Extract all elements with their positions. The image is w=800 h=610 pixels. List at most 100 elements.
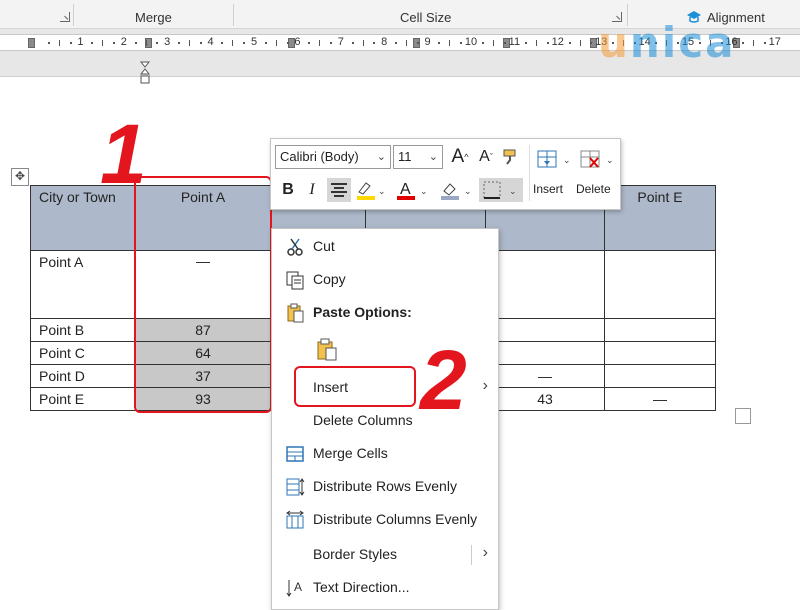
table-cell[interactable] bbox=[604, 364, 716, 388]
ruler-tick bbox=[178, 42, 181, 44]
ruler-tick bbox=[286, 42, 289, 44]
ruler-tick bbox=[579, 40, 581, 46]
ruler-tick bbox=[763, 42, 766, 44]
highlight-icon[interactable]: ⌄ bbox=[355, 180, 385, 202]
menu-item-distribute-columns[interactable]: Distribute Columns Evenly bbox=[272, 503, 498, 536]
ruler-number: 6 bbox=[294, 36, 301, 48]
dialog-launcher-icon[interactable] bbox=[60, 12, 70, 22]
menu-item-label: Distribute Rows Evenly bbox=[313, 478, 457, 494]
table-move-handle-icon[interactable]: ✥ bbox=[11, 168, 29, 186]
table-cell[interactable] bbox=[485, 341, 605, 365]
ruler-tick bbox=[308, 42, 311, 44]
ruler-number: 1 bbox=[77, 36, 84, 48]
delete-toolbar-label[interactable]: Delete bbox=[576, 182, 611, 196]
horizontal-ruler[interactable]: 1 2 3 4 5 6 7 8 9 10 11 12 13 14 15 16 17 bbox=[0, 34, 800, 51]
city-cell[interactable]: Point C bbox=[30, 341, 136, 365]
svg-text:⌄: ⌄ bbox=[464, 186, 472, 196]
dialog-launcher-icon[interactable] bbox=[612, 12, 622, 22]
borders-button[interactable]: ⌄ bbox=[479, 178, 523, 202]
ruler-tick bbox=[47, 42, 50, 44]
shading-icon[interactable]: ⌄ bbox=[439, 180, 473, 202]
city-cell[interactable]: Point A bbox=[30, 250, 136, 319]
font-name-value: Calibri (Body) bbox=[280, 149, 359, 164]
ribbon-separator bbox=[627, 4, 628, 26]
insert-toolbar-label[interactable]: Insert bbox=[533, 182, 563, 196]
ruler-tick bbox=[395, 42, 398, 44]
font-color-icon[interactable]: A ⌄ bbox=[395, 180, 429, 202]
ruler-tick bbox=[145, 40, 147, 46]
svg-text:A: A bbox=[400, 181, 411, 198]
insert-table-icon[interactable]: ⌄ bbox=[536, 148, 572, 172]
city-cell[interactable]: Point B bbox=[30, 318, 136, 342]
table-cell[interactable] bbox=[604, 250, 716, 319]
menu-item-label: Cut bbox=[313, 238, 335, 254]
ruler-tick bbox=[373, 42, 376, 44]
svg-text:⌄: ⌄ bbox=[509, 186, 517, 196]
ruler-tick bbox=[666, 40, 668, 46]
ruler-number: 5 bbox=[250, 36, 258, 48]
ruler-tick bbox=[449, 40, 451, 46]
ruler-tick bbox=[677, 42, 680, 44]
city-cell[interactable]: Point E bbox=[30, 387, 136, 411]
italic-button[interactable]: I bbox=[301, 178, 323, 202]
ruler-number: 17 bbox=[768, 36, 781, 48]
ruler-tick bbox=[102, 40, 104, 46]
scissors-icon bbox=[287, 238, 303, 256]
menu-item-label: Border Styles bbox=[313, 546, 398, 562]
table-cell[interactable] bbox=[485, 250, 605, 319]
menu-item-text-direction[interactable]: A Text Direction... bbox=[272, 571, 498, 604]
center-align-button[interactable] bbox=[327, 178, 351, 202]
ruler-tick bbox=[622, 40, 624, 46]
header-cell-point-e[interactable]: Point E bbox=[604, 185, 716, 251]
column-marker[interactable] bbox=[28, 38, 35, 48]
chevron-down-icon: ⌄ bbox=[428, 151, 438, 163]
ruler-tick bbox=[221, 42, 224, 44]
chevron-right-icon: › bbox=[482, 544, 488, 561]
menu-item-distribute-rows[interactable]: Distribute Rows Evenly bbox=[272, 470, 498, 503]
ruler-tick bbox=[460, 42, 463, 44]
copy-icon bbox=[286, 271, 304, 290]
table-cell[interactable] bbox=[604, 318, 716, 342]
menu-item-paste-options: Paste Options: bbox=[272, 296, 498, 329]
ruler-tick bbox=[112, 42, 115, 44]
menu-item-border-styles[interactable]: Border Styles › bbox=[272, 538, 498, 571]
ruler-tick bbox=[546, 42, 549, 44]
shrink-font-icon[interactable]: Aˇ bbox=[475, 145, 497, 169]
ruler-tick bbox=[351, 42, 354, 44]
ruler-tick bbox=[492, 40, 494, 46]
paste-keep-format-icon[interactable] bbox=[316, 338, 338, 362]
borders-icon: ⌄ bbox=[483, 181, 517, 199]
selected-column-highlight bbox=[134, 176, 272, 413]
menu-item-cut[interactable]: Cut bbox=[272, 230, 498, 263]
insert-item-highlight bbox=[294, 366, 416, 407]
table-cell[interactable] bbox=[485, 318, 605, 342]
chevron-down-icon: ⌄ bbox=[376, 151, 386, 163]
format-painter-icon[interactable] bbox=[501, 147, 521, 167]
font-size-select[interactable]: 11 ⌄ bbox=[393, 145, 443, 169]
ruler-tick bbox=[362, 40, 364, 46]
table-cell[interactable]: 43 bbox=[485, 387, 605, 411]
city-cell[interactable]: Point D bbox=[30, 364, 136, 388]
table-resize-handle[interactable] bbox=[735, 408, 751, 424]
table-cell[interactable]: — bbox=[485, 364, 605, 388]
svg-text:A: A bbox=[294, 580, 302, 594]
bold-button[interactable]: B bbox=[277, 178, 299, 202]
table-cell[interactable] bbox=[604, 341, 716, 365]
ruler-tick bbox=[243, 42, 246, 44]
chevron-right-icon: › bbox=[482, 377, 488, 394]
font-name-select[interactable]: Calibri (Body) ⌄ bbox=[275, 145, 391, 169]
grow-font-icon[interactable]: A^ bbox=[449, 145, 471, 169]
ruler-tick bbox=[199, 42, 202, 44]
menu-item-copy[interactable]: Copy bbox=[272, 263, 498, 296]
ruler-number: 8 bbox=[381, 36, 388, 48]
ribbon-group-alignment-label: Alignment bbox=[707, 10, 765, 25]
delete-table-icon[interactable]: ⌄ bbox=[579, 148, 615, 172]
menu-item-label: Text Direction... bbox=[313, 579, 410, 595]
ruler-tick bbox=[753, 40, 755, 46]
indent-marker-icon[interactable] bbox=[140, 61, 150, 85]
menu-item-merge-cells[interactable]: Merge Cells bbox=[272, 437, 498, 470]
distribute-columns-icon bbox=[286, 510, 304, 529]
ruler-tick bbox=[438, 42, 441, 44]
table-cell[interactable]: — bbox=[604, 387, 716, 411]
text-direction-icon: A bbox=[286, 580, 302, 597]
